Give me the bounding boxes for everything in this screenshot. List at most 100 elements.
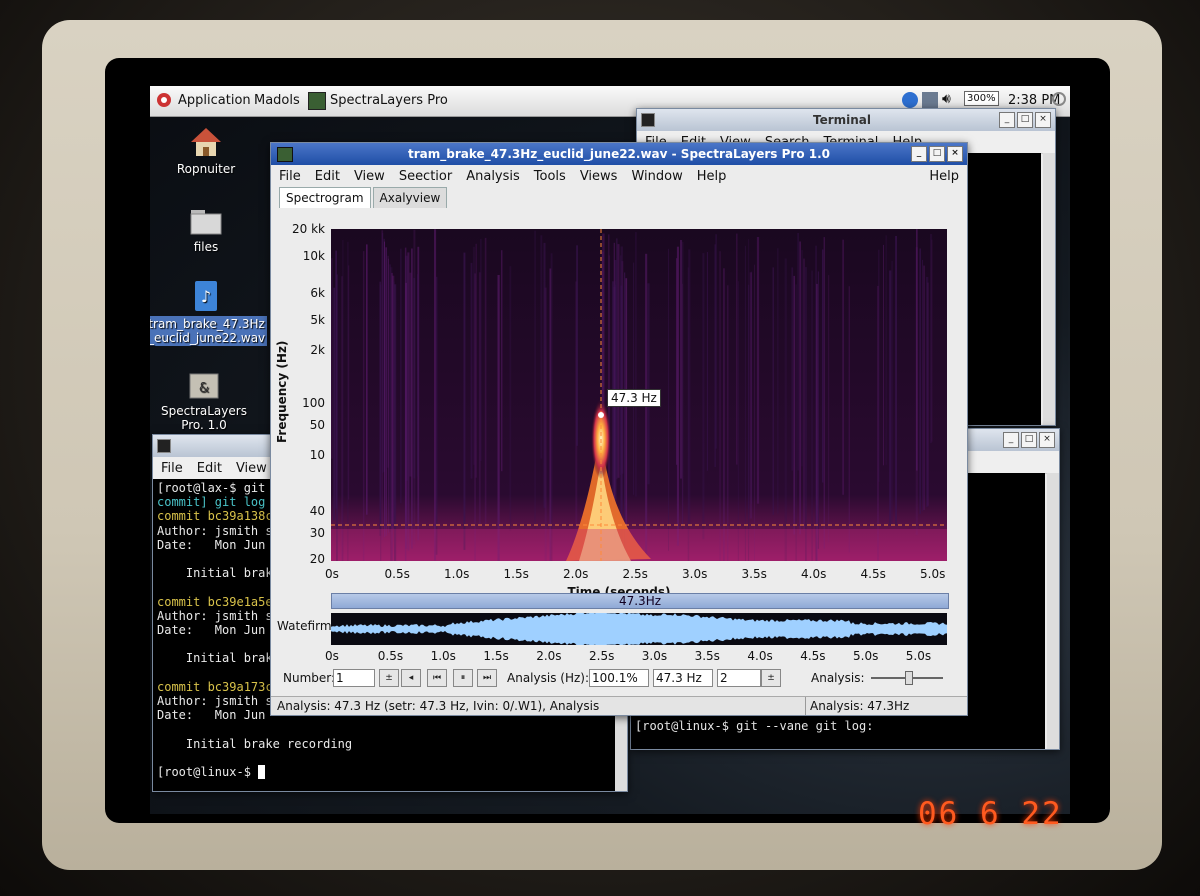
spectralayers-launcher[interactable]: SpectraLayers Pro (330, 93, 448, 108)
spectral-streak (805, 267, 807, 561)
minimize-button[interactable]: _ (999, 112, 1015, 128)
spectral-streak (550, 253, 553, 561)
analysis-slider[interactable] (871, 671, 943, 685)
menu-views[interactable]: Views (580, 169, 618, 184)
desktop-icon-label: files (193, 240, 219, 254)
menu-edit[interactable]: Edit (315, 169, 340, 184)
volume-icon[interactable]: 🔊︎ (942, 91, 951, 107)
camera-datestamp: 06 6 22 (918, 796, 1063, 832)
zoom-indicator[interactable]: 300% (964, 91, 999, 106)
spectral-streak (435, 276, 438, 555)
tab-analysis-view[interactable]: Axalyview (372, 187, 448, 208)
first-frame-button[interactable]: ⏮︎ (427, 669, 447, 687)
spectral-streak (895, 236, 897, 525)
desktop-icon-files[interactable]: files (150, 204, 266, 254)
menu-file[interactable]: File (161, 461, 183, 476)
frequency-field[interactable]: 47.3 Hz (653, 669, 713, 687)
waveform-tick-label: 1.5s (483, 649, 509, 663)
spectral-streak (793, 275, 795, 535)
power-icon[interactable] (1052, 92, 1066, 106)
spectral-streak (823, 237, 825, 549)
status-left: Analysis: 47.3 Hz (setr: 47.3 Hz, Ivin: … (277, 699, 600, 713)
spectral-streak (891, 260, 893, 525)
home-icon (189, 126, 223, 158)
spectral-streak (688, 249, 691, 525)
spectral-streak (497, 275, 500, 561)
spectralayers-window[interactable]: tram_brake_47.3Hz_euclid_june22.wav - Sp… (270, 142, 968, 716)
prev-button[interactable]: ◂ (401, 669, 421, 687)
menu-edit[interactable]: Edit (197, 461, 222, 476)
menu-selection[interactable]: Seectior (399, 169, 452, 184)
slider-handle[interactable] (905, 671, 913, 685)
spectral-streak (576, 245, 578, 446)
applications-menu[interactable]: Application (178, 93, 251, 108)
menu-file[interactable]: File (279, 169, 301, 184)
spectral-streak (624, 272, 626, 561)
close-button[interactable]: × (947, 146, 963, 162)
menu-window[interactable]: Window (631, 169, 682, 184)
spectral-streak (501, 250, 503, 472)
waveform-svg (331, 610, 947, 648)
close-button[interactable]: × (1035, 112, 1051, 128)
frequency-scroll-bar[interactable]: 47.3Hz (331, 593, 949, 609)
y-tick-label: 50 (309, 418, 325, 432)
maximize-button[interactable]: □ (1017, 112, 1033, 128)
y-tick-label: 5k (310, 313, 325, 327)
spectrogram-plot[interactable]: 47.3 Hz (331, 229, 947, 561)
help-link[interactable]: Help (929, 169, 959, 184)
gnome-foot-icon[interactable] (156, 92, 172, 108)
percent-field[interactable]: 100.1% (589, 669, 649, 687)
number-select[interactable]: 1 (333, 669, 375, 687)
desktop-icon-wav-file[interactable]: ♪ tram_brake_47.3Hz _euclid_june22.wav (150, 280, 268, 346)
menu-view[interactable]: View (236, 461, 267, 476)
desktop-icon-label: Pro. 1.0 (181, 418, 227, 432)
spectral-streak (484, 237, 487, 525)
scrollbar[interactable] (1043, 153, 1055, 425)
x-tick-label: 2.0s (563, 567, 589, 581)
menu-tools[interactable]: Tools (534, 169, 566, 184)
stepper-button[interactable]: ± (761, 669, 781, 687)
x-tick-label: 0s (325, 567, 339, 581)
spectral-streak (723, 268, 725, 561)
waveform-tick-label: 2.5s (589, 649, 615, 663)
spectralayers-launcher-icon[interactable] (308, 92, 326, 110)
minimize-button[interactable]: _ (1003, 432, 1019, 448)
close-button[interactable]: × (1039, 432, 1055, 448)
pause-button[interactable]: ⏸︎ (453, 669, 473, 687)
stepper-button[interactable]: ± (379, 669, 399, 687)
menu-analysis[interactable]: Analysis (466, 169, 520, 184)
extra-field[interactable]: 2 (717, 669, 761, 687)
maximize-button[interactable]: □ (929, 146, 945, 162)
spectral-streak (382, 233, 384, 474)
spectral-streak (822, 249, 824, 483)
spectral-streak (916, 229, 918, 471)
scrollbar[interactable] (1047, 473, 1059, 749)
display-icon[interactable] (922, 92, 938, 108)
status-bar: Analysis: 47.3 Hz (setr: 47.3 Hz, Ivin: … (271, 696, 967, 715)
last-frame-button[interactable]: ⏭︎ (477, 669, 497, 687)
svg-text:♪: ♪ (201, 287, 211, 306)
desktop-icon-spectralayers[interactable]: & SpectraLayers Pro. 1.0 (150, 368, 264, 432)
maximize-button[interactable]: □ (1021, 432, 1037, 448)
terminal-titlebar[interactable]: Terminal _ □ × (637, 109, 1055, 131)
spectral-streak (744, 245, 746, 561)
spectral-streak (333, 287, 336, 521)
x-tick-label: 1.0s (444, 567, 470, 581)
desktop-icon-home[interactable]: Ropnuiter (150, 126, 266, 176)
spectral-streak (799, 241, 801, 535)
tab-spectrogram[interactable]: Spectrogram (279, 187, 371, 208)
menu-view[interactable]: View (354, 169, 385, 184)
spectral-streak (748, 284, 750, 561)
network-icon[interactable] (902, 92, 918, 108)
peak-marker[interactable] (598, 412, 604, 418)
minimize-button[interactable]: _ (911, 146, 927, 162)
app-titlebar[interactable]: tram_brake_47.3Hz_euclid_june22.wav - Sp… (271, 143, 967, 165)
places-menu[interactable]: Madols (254, 93, 300, 108)
spectral-streak (331, 258, 333, 459)
spectral-streak (411, 248, 413, 549)
waveform-view[interactable] (331, 610, 947, 648)
spectral-streak (635, 232, 637, 497)
spectral-streak (386, 250, 387, 470)
x-tick-label: 2.5s (622, 567, 648, 581)
menu-help[interactable]: Help (697, 169, 727, 184)
